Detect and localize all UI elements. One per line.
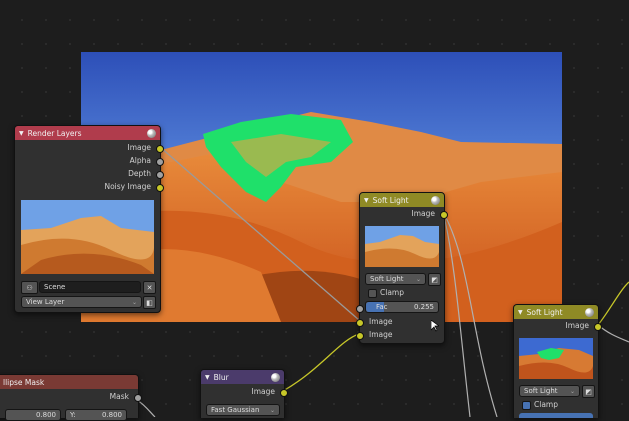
output-depth-label: Depth	[128, 169, 151, 178]
blur-header[interactable]: ▼ Blur	[201, 370, 284, 384]
y-value: 0.800	[101, 411, 122, 419]
collapse-caret-icon[interactable]: ▼	[364, 197, 369, 204]
blend-mode-dropdown[interactable]: Soft Light ⌄	[519, 385, 580, 397]
input-image-socket-1[interactable]	[356, 319, 364, 327]
render-layers-node[interactable]: ▼ Render Layers Image Alpha Depth Noisy …	[14, 125, 164, 313]
clamp-label: Clamp	[534, 400, 558, 409]
output-mask-label: Mask	[109, 392, 129, 401]
blend-mode-dropdown[interactable]: Soft Light ⌄	[365, 273, 426, 285]
blend-mode-value: Soft Light	[524, 387, 558, 395]
node-preview-icon	[585, 307, 594, 317]
chevron-down-icon: ⌄	[569, 387, 575, 395]
clamp-checkbox[interactable]	[368, 289, 377, 298]
output-image-label: Image	[411, 209, 436, 218]
output-image-socket[interactable]	[594, 323, 602, 331]
input-image-label-1: Image	[369, 317, 393, 326]
output-alpha-socket[interactable]	[156, 158, 164, 166]
output-noisy-image-socket[interactable]	[156, 184, 164, 192]
view-layer-dropdown[interactable]: View Layer ⌄	[21, 296, 142, 308]
ellipse-mask-header[interactable]: llipse Mask	[0, 375, 138, 389]
x-field[interactable]: 0.800	[5, 409, 61, 421]
output-depth-socket[interactable]	[156, 171, 164, 179]
input-image-label-2: Image	[369, 330, 393, 339]
cursor-icon	[430, 319, 441, 332]
chevron-down-icon: ⌄	[415, 275, 421, 283]
output-mask-socket[interactable]	[134, 394, 142, 402]
soft-light-node-2[interactable]: ▼ Soft Light Image Soft Light ⌄ ◩ Clamp	[513, 304, 602, 418]
blend-icon[interactable]: ◩	[428, 273, 441, 286]
output-image-socket[interactable]	[280, 389, 288, 397]
chevron-down-icon: ⌄	[269, 406, 275, 414]
soft-light-preview-thumbnail	[519, 338, 593, 379]
soft-light-header[interactable]: ▼ Soft Light	[360, 193, 444, 207]
scene-value: Scene	[44, 283, 66, 291]
node-title: Blur	[213, 372, 229, 382]
render-layers-header[interactable]: ▼ Render Layers	[15, 126, 160, 140]
blend-mode-value: Soft Light	[370, 275, 404, 283]
fac-label: Fac	[376, 303, 388, 311]
close-icon[interactable]: ✕	[143, 281, 156, 294]
blur-node[interactable]: ▼ Blur Image Fast Gaussian ⌄	[200, 369, 288, 418]
fac-slider-partial[interactable]	[519, 413, 593, 418]
node-title: llipse Mask	[3, 377, 45, 387]
ellipse-mask-node[interactable]: llipse Mask Mask 0.800 Y: 0.800	[0, 374, 142, 421]
output-image-socket[interactable]	[156, 145, 164, 153]
y-field[interactable]: Y: 0.800	[65, 409, 127, 421]
node-preview-icon	[431, 195, 440, 205]
soft-light-preview-thumbnail	[365, 226, 439, 267]
y-label: Y:	[70, 411, 76, 419]
filter-type-dropdown[interactable]: Fast Gaussian ⌄	[206, 404, 280, 416]
fac-value: 0.255	[413, 303, 434, 311]
render-layers-icon	[147, 128, 156, 138]
soft-light-header[interactable]: ▼ Soft Light	[514, 305, 598, 319]
node-title: Soft Light	[372, 195, 409, 205]
x-value: 0.800	[35, 411, 56, 419]
clamp-checkbox[interactable]	[522, 401, 531, 410]
node-preview-icon	[271, 372, 280, 382]
output-image-label: Image	[565, 321, 590, 330]
view-layer-icon[interactable]: ◧	[143, 296, 156, 309]
output-alpha-label: Alpha	[129, 156, 151, 165]
filter-type-value: Fast Gaussian	[211, 406, 260, 414]
clamp-label: Clamp	[380, 288, 404, 297]
scene-field[interactable]: Scene	[39, 281, 141, 293]
node-title: Render Layers	[27, 128, 82, 138]
input-image-socket-2[interactable]	[356, 332, 364, 340]
output-noisy-image-label: Noisy Image	[104, 182, 151, 191]
blend-icon[interactable]: ◩	[582, 385, 595, 398]
output-image-label: Image	[127, 143, 152, 152]
view-layer-value: View Layer	[26, 298, 65, 306]
collapse-caret-icon[interactable]: ▼	[19, 130, 24, 137]
collapse-caret-icon[interactable]: ▼	[205, 374, 210, 381]
node-title: Soft Light	[526, 307, 563, 317]
fac-slider[interactable]: Fac 0.255	[365, 301, 439, 313]
output-image-socket[interactable]	[440, 211, 448, 219]
output-image-label: Image	[251, 387, 276, 396]
collapse-caret-icon[interactable]: ▼	[518, 309, 523, 316]
input-fac-socket[interactable]	[356, 305, 364, 313]
chevron-down-icon: ⌄	[131, 298, 137, 306]
scene-icon[interactable]: ⚇	[21, 281, 38, 294]
render-preview-thumbnail	[21, 200, 154, 274]
